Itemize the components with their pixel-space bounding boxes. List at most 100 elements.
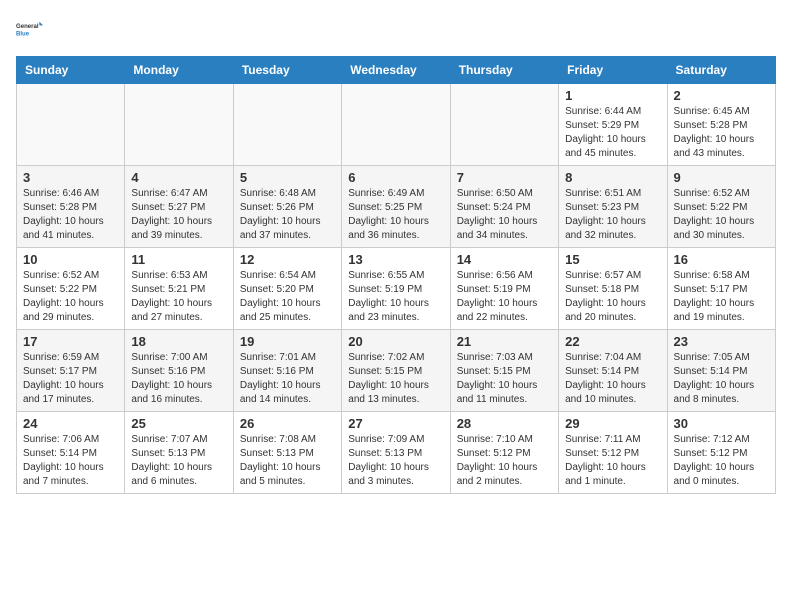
calendar-cell: [450, 84, 558, 166]
day-number: 16: [674, 252, 769, 267]
calendar-cell: [125, 84, 233, 166]
day-info: Sunrise: 7:08 AM Sunset: 5:13 PM Dayligh…: [240, 433, 335, 489]
day-info: Sunrise: 7:10 AM Sunset: 5:12 PM Dayligh…: [457, 433, 552, 489]
day-info: Sunrise: 6:52 AM Sunset: 5:22 PM Dayligh…: [23, 269, 118, 325]
day-number: 26: [240, 416, 335, 431]
day-number: 10: [23, 252, 118, 267]
weekday-header-monday: Monday: [125, 57, 233, 84]
calendar-cell: 18 Sunrise: 7:00 AM Sunset: 5:16 PM Dayli…: [125, 330, 233, 412]
calendar-cell: 25 Sunrise: 7:07 AM Sunset: 5:13 PM Dayli…: [125, 412, 233, 494]
day-info: Sunrise: 6:45 AM Sunset: 5:28 PM Dayligh…: [674, 105, 769, 161]
day-info: Sunrise: 6:58 AM Sunset: 5:17 PM Dayligh…: [674, 269, 769, 325]
calendar-cell: 7Sunrise: 6:50 AM Sunset: 5:24 PM Daylig…: [450, 166, 558, 248]
calendar-cell: 17 Sunrise: 6:59 AM Sunset: 5:17 PM Dayli…: [17, 330, 125, 412]
calendar-cell: 1 Sunrise: 6:44 AM Sunset: 5:29 PM Daylig…: [559, 84, 667, 166]
day-number: 15: [565, 252, 660, 267]
day-info: Sunrise: 7:01 AM Sunset: 5:16 PM Dayligh…: [240, 351, 335, 407]
day-info: Sunrise: 6:50 AM Sunset: 5:24 PM Dayligh…: [457, 187, 552, 243]
day-number: 27: [348, 416, 443, 431]
weekday-header-thursday: Thursday: [450, 57, 558, 84]
day-info: Sunrise: 7:12 AM Sunset: 5:12 PM Dayligh…: [674, 433, 769, 489]
calendar-cell: 15 Sunrise: 6:57 AM Sunset: 5:18 PM Dayli…: [559, 248, 667, 330]
day-info: Sunrise: 6:47 AM Sunset: 5:27 PM Dayligh…: [131, 187, 226, 243]
day-info: Sunrise: 6:54 AM Sunset: 5:20 PM Dayligh…: [240, 269, 335, 325]
day-info: Sunrise: 7:11 AM Sunset: 5:12 PM Dayligh…: [565, 433, 660, 489]
day-number: 11: [131, 252, 226, 267]
day-info: Sunrise: 6:51 AM Sunset: 5:23 PM Dayligh…: [565, 187, 660, 243]
day-number: 5: [240, 170, 335, 185]
logo-icon: General Blue: [16, 16, 44, 44]
calendar-header: SundayMondayTuesdayWednesdayThursdayFrid…: [17, 57, 776, 84]
day-number: 2: [674, 88, 769, 103]
day-number: 23: [674, 334, 769, 349]
calendar-week-3: 10 Sunrise: 6:52 AM Sunset: 5:22 PM Dayli…: [17, 248, 776, 330]
calendar-cell: 21 Sunrise: 7:03 AM Sunset: 5:15 PM Dayli…: [450, 330, 558, 412]
calendar-cell: 2 Sunrise: 6:45 AM Sunset: 5:28 PM Daylig…: [667, 84, 775, 166]
weekday-header-tuesday: Tuesday: [233, 57, 341, 84]
day-number: 29: [565, 416, 660, 431]
day-number: 25: [131, 416, 226, 431]
day-info: Sunrise: 6:49 AM Sunset: 5:25 PM Dayligh…: [348, 187, 443, 243]
day-info: Sunrise: 7:00 AM Sunset: 5:16 PM Dayligh…: [131, 351, 226, 407]
day-number: 21: [457, 334, 552, 349]
calendar-body: 1 Sunrise: 6:44 AM Sunset: 5:29 PM Daylig…: [17, 84, 776, 494]
calendar-cell: 10 Sunrise: 6:52 AM Sunset: 5:22 PM Dayli…: [17, 248, 125, 330]
calendar-cell: 12Sunrise: 6:54 AM Sunset: 5:20 PM Dayli…: [233, 248, 341, 330]
calendar-cell: 5Sunrise: 6:48 AM Sunset: 5:26 PM Daylig…: [233, 166, 341, 248]
day-number: 22: [565, 334, 660, 349]
day-info: Sunrise: 6:52 AM Sunset: 5:22 PM Dayligh…: [674, 187, 769, 243]
day-info: Sunrise: 6:56 AM Sunset: 5:19 PM Dayligh…: [457, 269, 552, 325]
calendar-table: SundayMondayTuesdayWednesdayThursdayFrid…: [16, 56, 776, 494]
calendar-cell: 27 Sunrise: 7:09 AM Sunset: 5:13 PM Dayli…: [342, 412, 450, 494]
calendar-cell: 20 Sunrise: 7:02 AM Sunset: 5:15 PM Dayli…: [342, 330, 450, 412]
day-number: 18: [131, 334, 226, 349]
calendar-cell: 19 Sunrise: 7:01 AM Sunset: 5:16 PM Dayli…: [233, 330, 341, 412]
calendar-week-1: 1 Sunrise: 6:44 AM Sunset: 5:29 PM Daylig…: [17, 84, 776, 166]
day-number: 1: [565, 88, 660, 103]
svg-text:General: General: [16, 24, 39, 30]
calendar-cell: 30 Sunrise: 7:12 AM Sunset: 5:12 PM Dayli…: [667, 412, 775, 494]
day-info: Sunrise: 6:57 AM Sunset: 5:18 PM Dayligh…: [565, 269, 660, 325]
day-info: Sunrise: 6:59 AM Sunset: 5:17 PM Dayligh…: [23, 351, 118, 407]
day-number: 20: [348, 334, 443, 349]
day-number: 19: [240, 334, 335, 349]
calendar-week-5: 24Sunrise: 7:06 AM Sunset: 5:14 PM Dayli…: [17, 412, 776, 494]
calendar-cell: 29 Sunrise: 7:11 AM Sunset: 5:12 PM Dayli…: [559, 412, 667, 494]
calendar-cell: 28 Sunrise: 7:10 AM Sunset: 5:12 PM Dayli…: [450, 412, 558, 494]
weekday-header-sunday: Sunday: [17, 57, 125, 84]
day-number: 17: [23, 334, 118, 349]
logo: General Blue: [16, 16, 44, 44]
day-number: 9: [674, 170, 769, 185]
calendar-week-4: 17 Sunrise: 6:59 AM Sunset: 5:17 PM Dayli…: [17, 330, 776, 412]
calendar-cell: 26 Sunrise: 7:08 AM Sunset: 5:13 PM Dayli…: [233, 412, 341, 494]
calendar-cell: 11 Sunrise: 6:53 AM Sunset: 5:21 PM Dayli…: [125, 248, 233, 330]
day-info: Sunrise: 7:02 AM Sunset: 5:15 PM Dayligh…: [348, 351, 443, 407]
calendar-cell: [17, 84, 125, 166]
calendar-cell: 22 Sunrise: 7:04 AM Sunset: 5:14 PM Dayli…: [559, 330, 667, 412]
day-info: Sunrise: 7:07 AM Sunset: 5:13 PM Dayligh…: [131, 433, 226, 489]
day-number: 6: [348, 170, 443, 185]
svg-text:Blue: Blue: [16, 32, 30, 38]
calendar-week-2: 3Sunrise: 6:46 AM Sunset: 5:28 PM Daylig…: [17, 166, 776, 248]
weekday-header-row: SundayMondayTuesdayWednesdayThursdayFrid…: [17, 57, 776, 84]
day-number: 8: [565, 170, 660, 185]
day-info: Sunrise: 6:55 AM Sunset: 5:19 PM Dayligh…: [348, 269, 443, 325]
day-info: Sunrise: 7:09 AM Sunset: 5:13 PM Dayligh…: [348, 433, 443, 489]
day-number: 30: [674, 416, 769, 431]
day-number: 28: [457, 416, 552, 431]
day-info: Sunrise: 7:04 AM Sunset: 5:14 PM Dayligh…: [565, 351, 660, 407]
day-number: 4: [131, 170, 226, 185]
weekday-header-wednesday: Wednesday: [342, 57, 450, 84]
day-info: Sunrise: 7:06 AM Sunset: 5:14 PM Dayligh…: [23, 433, 118, 489]
day-info: Sunrise: 7:03 AM Sunset: 5:15 PM Dayligh…: [457, 351, 552, 407]
day-info: Sunrise: 7:05 AM Sunset: 5:14 PM Dayligh…: [674, 351, 769, 407]
page-header: General Blue: [16, 16, 776, 44]
day-number: 14: [457, 252, 552, 267]
day-info: Sunrise: 6:53 AM Sunset: 5:21 PM Dayligh…: [131, 269, 226, 325]
calendar-cell: 9 Sunrise: 6:52 AM Sunset: 5:22 PM Daylig…: [667, 166, 775, 248]
weekday-header-friday: Friday: [559, 57, 667, 84]
calendar-cell: 4 Sunrise: 6:47 AM Sunset: 5:27 PM Daylig…: [125, 166, 233, 248]
calendar-cell: 14 Sunrise: 6:56 AM Sunset: 5:19 PM Dayli…: [450, 248, 558, 330]
day-info: Sunrise: 6:44 AM Sunset: 5:29 PM Dayligh…: [565, 105, 660, 161]
day-info: Sunrise: 6:46 AM Sunset: 5:28 PM Dayligh…: [23, 187, 118, 243]
